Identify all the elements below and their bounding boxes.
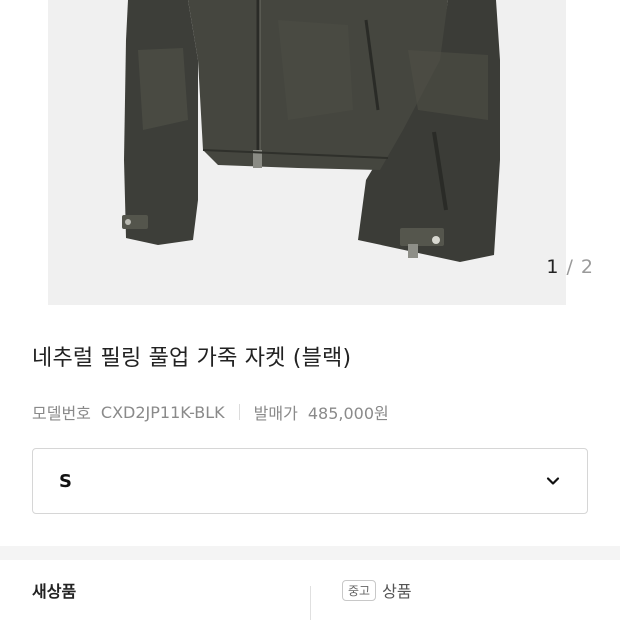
used-badge: 중고 — [342, 579, 377, 601]
tab-divider — [310, 586, 311, 620]
condition-tabs: 새상품 중고 상품 — [0, 560, 620, 620]
release-price-label: 발매가 — [253, 404, 298, 423]
pager-separator: / — [566, 256, 574, 278]
tab-used-product-label: 상품 — [382, 582, 412, 601]
product-meta: 모델번호 CXD2JP11K-BLK 발매가 485,000원 — [32, 400, 389, 424]
image-pager: 1 / 2 — [546, 256, 594, 278]
section-divider — [0, 546, 620, 560]
tab-new-product[interactable]: 새상품 — [0, 560, 310, 620]
product-photo[interactable] — [48, 0, 566, 305]
size-select-value: S — [59, 470, 72, 492]
meta-divider — [238, 404, 240, 420]
release-price-value: 485,000원 — [307, 404, 389, 423]
size-select[interactable]: S — [32, 448, 588, 514]
model-number-value: CXD2JP11K-BLK — [100, 402, 225, 422]
tab-new-product-label: 새상품 — [32, 582, 77, 601]
pager-total: 2 — [580, 256, 594, 278]
pager-current: 1 — [546, 256, 560, 278]
product-title: 네추럴 필링 풀업 가죽 자켓 (블랙) — [32, 346, 352, 371]
chevron-down-icon — [546, 477, 560, 485]
product-image-gallery[interactable]: 1 / 2 — [0, 0, 620, 305]
model-number-label: 모델번호 — [32, 404, 91, 423]
tab-used-product[interactable]: 중고 상품 — [310, 560, 620, 620]
leather-jacket-image — [122, 0, 500, 262]
